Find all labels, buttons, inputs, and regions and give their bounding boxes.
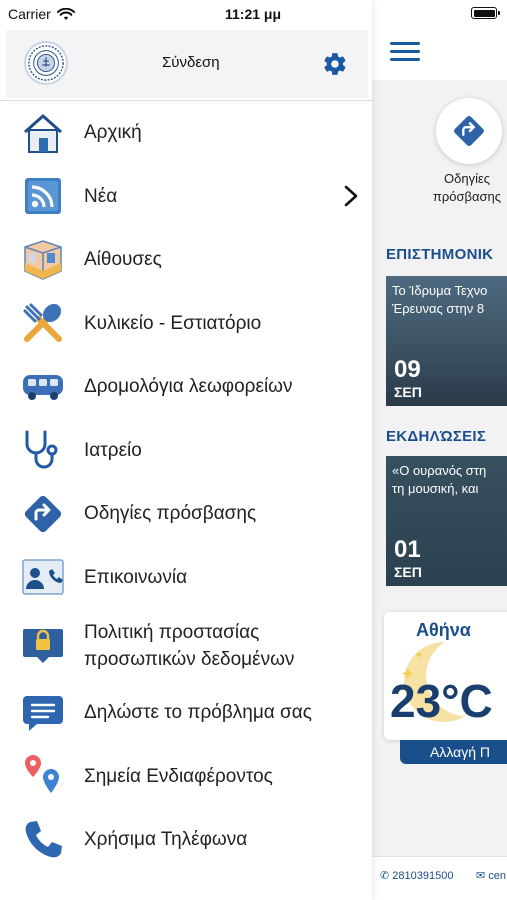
navigation-drawer: Carrier 11:21 μμ Σύνδεση Αρχική Νέα Αίθο… xyxy=(0,0,372,900)
menu-item-contact[interactable]: Επικοινωνία xyxy=(0,546,372,610)
room-icon xyxy=(20,237,66,283)
events-section-title: ΕΚΔΗΛΏΣΕΙΣ xyxy=(386,428,487,445)
menu-item-label: Ιατρείο xyxy=(84,439,142,461)
university-logo xyxy=(24,41,68,85)
stethoscope-icon xyxy=(20,427,66,473)
menu-item-bus-routes[interactable]: Δρομολόγια λεωφορείων xyxy=(0,355,372,419)
star-icon: ✦ xyxy=(414,648,425,662)
bus-icon xyxy=(20,364,66,410)
footer-mail[interactable]: ✉ cen xyxy=(476,869,506,882)
menu-item-points-of-interest[interactable]: Σημεία Ενδιαφέροντος xyxy=(0,745,372,809)
battery-icon xyxy=(471,7,500,19)
chevron-right-icon xyxy=(344,185,358,207)
event-card[interactable]: «Ο ουρανός στη τη μουσική, και 01 ΣΕΠ xyxy=(386,456,507,586)
card-day: 01 xyxy=(394,536,421,563)
wifi-icon xyxy=(56,7,75,20)
phone-icon xyxy=(20,817,66,863)
privacy-lock-icon xyxy=(20,622,66,668)
hamburger-menu-button[interactable] xyxy=(390,42,420,64)
footer-phone[interactable]: ✆ 2810391500 xyxy=(380,869,453,882)
science-news-card[interactable]: Το Ίδρυμα Τεχνο Έρευνας στην 8 09 ΣΕΠ xyxy=(386,276,507,406)
weather-city: Αθήνα xyxy=(416,620,471,640)
menu-item-label: Σημεία Ενδιαφέροντος xyxy=(84,765,273,787)
carrier-name: Carrier xyxy=(8,6,51,22)
status-time: 11:21 μμ xyxy=(225,6,282,22)
menu-item-home[interactable]: Αρχική xyxy=(0,101,372,165)
menu-item-report-problem[interactable]: Δηλώστε το πρόβλημα σας xyxy=(0,681,372,745)
drawer-header: Σύνδεση xyxy=(6,30,368,98)
menu-item-label: Δρομολόγια λεωφορείων xyxy=(84,376,293,398)
directions-icon xyxy=(20,491,66,537)
card-month: ΣΕΠ xyxy=(394,564,422,580)
menu-item-label: Δηλώστε το πρόβλημα σας xyxy=(84,702,312,724)
menu-item-rooms[interactable]: Αίθουσες xyxy=(0,228,372,292)
menu-item-privacy-policy[interactable]: Πολιτική προστασίας προσωπικών δεδομένων xyxy=(0,609,372,681)
menu-item-label: Χρήσιμα Τηλέφωνα xyxy=(84,829,248,851)
card-day: 09 xyxy=(394,356,421,383)
weather-temperature: 23°C xyxy=(390,675,493,727)
directions-shortcut-button[interactable] xyxy=(436,98,502,164)
menu-item-label: Κυλικείο - Εστιατόριο xyxy=(84,312,262,334)
main-screen: Οδηγίες πρόσβασης ΕΠΙΣΤΗΜΟΝΙΚ Το Ίδρυμα … xyxy=(372,0,507,900)
menu-item-label: Αίθουσες xyxy=(84,249,162,271)
menu-item-label: Πολιτική προστασίας προσωπικών δεδομένων xyxy=(84,622,295,670)
status-bar: Carrier 11:21 μμ xyxy=(0,0,372,28)
home-icon xyxy=(20,110,66,156)
main-top-bar xyxy=(372,0,507,80)
menu-item-label: Νέα xyxy=(84,185,118,207)
menu-item-label: Οδηγίες πρόσβασης xyxy=(84,503,257,525)
menu-item-useful-phones[interactable]: Χρήσιμα Τηλέφωνα xyxy=(0,808,372,872)
contact-icon xyxy=(20,554,66,600)
login-button[interactable]: Σύνδεση xyxy=(162,54,220,71)
menu-item-medical[interactable]: Ιατρείο xyxy=(0,419,372,483)
directions-shortcut-label: Οδηγίες πρόσβασης xyxy=(432,171,502,204)
menu-item-news[interactable]: Νέα xyxy=(0,165,372,229)
directions-icon xyxy=(454,116,484,146)
map-pins-icon xyxy=(20,753,66,799)
menu-item-canteen[interactable]: Κυλικείο - Εστιατόριο xyxy=(0,292,372,356)
card-month: ΣΕΠ xyxy=(394,384,422,400)
rss-icon xyxy=(20,173,66,219)
chat-icon xyxy=(20,690,66,736)
menu-item-label: Επικοινωνία xyxy=(84,566,188,588)
drawer-menu: Αρχική Νέα Αίθουσες Κυλικείο - Εστιατόρι… xyxy=(0,101,372,900)
science-section-title: ΕΠΙΣΤΗΜΟΝΙΚ xyxy=(386,246,494,263)
gear-icon[interactable] xyxy=(322,51,348,77)
menu-item-directions[interactable]: Οδηγίες πρόσβασης xyxy=(0,482,372,546)
menu-item-label: Αρχική xyxy=(84,122,142,144)
change-city-button[interactable]: Αλλαγή Π xyxy=(400,740,507,764)
menu-item-partial[interactable] xyxy=(0,872,372,900)
briefcase-icon xyxy=(20,894,66,900)
cutlery-icon xyxy=(20,300,66,346)
contact-footer: ✆ 2810391500 ✉ cen xyxy=(372,856,507,900)
weather-widget[interactable]: ✦ ✦ Αθήνα 23°C xyxy=(384,612,507,740)
